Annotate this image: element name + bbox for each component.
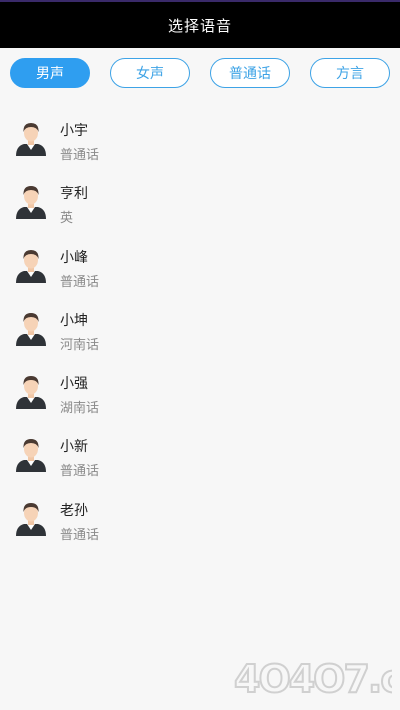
male-avatar-icon	[16, 439, 46, 473]
voice-name: 小新	[60, 439, 88, 456]
voice-name: 小宇	[60, 123, 88, 139]
page-title: 选择语音	[167, 16, 232, 35]
voice-list: 小宇 普通话 亨利 英 小峰 普通话 小坤 河南话 小强 湖南话 小新 普通话 …	[0, 104, 400, 547]
tab-mandarin[interactable]: 普通话	[210, 58, 290, 88]
male-avatar-icon	[16, 186, 46, 220]
voice-language: 普通话	[60, 464, 100, 480]
voice-name: 亨利	[60, 186, 88, 203]
tab-male[interactable]: 男声	[10, 58, 90, 88]
voice-language: 河南话	[60, 337, 100, 353]
voice-name: 小峰	[60, 249, 88, 266]
male-avatar-icon	[16, 502, 46, 536]
voice-item[interactable]: 小新 普通话	[0, 420, 400, 483]
male-avatar-icon	[16, 312, 46, 346]
tab-dialect[interactable]: 方言	[310, 58, 390, 88]
voice-name: 小坤	[60, 312, 88, 329]
voice-language: 湖南话	[60, 401, 100, 417]
site-watermark-logo: 4O4O7.com	[233, 656, 392, 702]
voice-language: 英	[60, 211, 74, 227]
male-avatar-icon	[16, 249, 46, 283]
voice-item[interactable]: 小宇 普通话	[0, 104, 400, 167]
tab-female[interactable]: 女声	[110, 58, 190, 88]
male-avatar-icon	[16, 376, 46, 410]
voice-item[interactable]: 老孙 普通话	[0, 484, 400, 547]
voice-language: 普通话	[60, 274, 100, 290]
voice-item[interactable]: 小坤 河南话	[0, 294, 400, 357]
top-bar: 选择语音	[0, 0, 400, 48]
voice-language: 普通话	[60, 148, 100, 163]
male-avatar-icon	[16, 123, 46, 156]
voice-item[interactable]: 小峰 普通话	[0, 231, 400, 294]
voice-name: 小强	[60, 376, 88, 393]
voice-filter-tabs: 男声 女声 普通话 方言	[0, 48, 400, 102]
voice-item[interactable]: 亨利 英	[0, 167, 400, 230]
watermark-text: 4O4O7.com	[234, 657, 392, 701]
voice-item[interactable]: 小强 湖南话	[0, 357, 400, 420]
voice-name: 老孙	[60, 502, 88, 519]
voice-language: 普通话	[60, 527, 100, 543]
